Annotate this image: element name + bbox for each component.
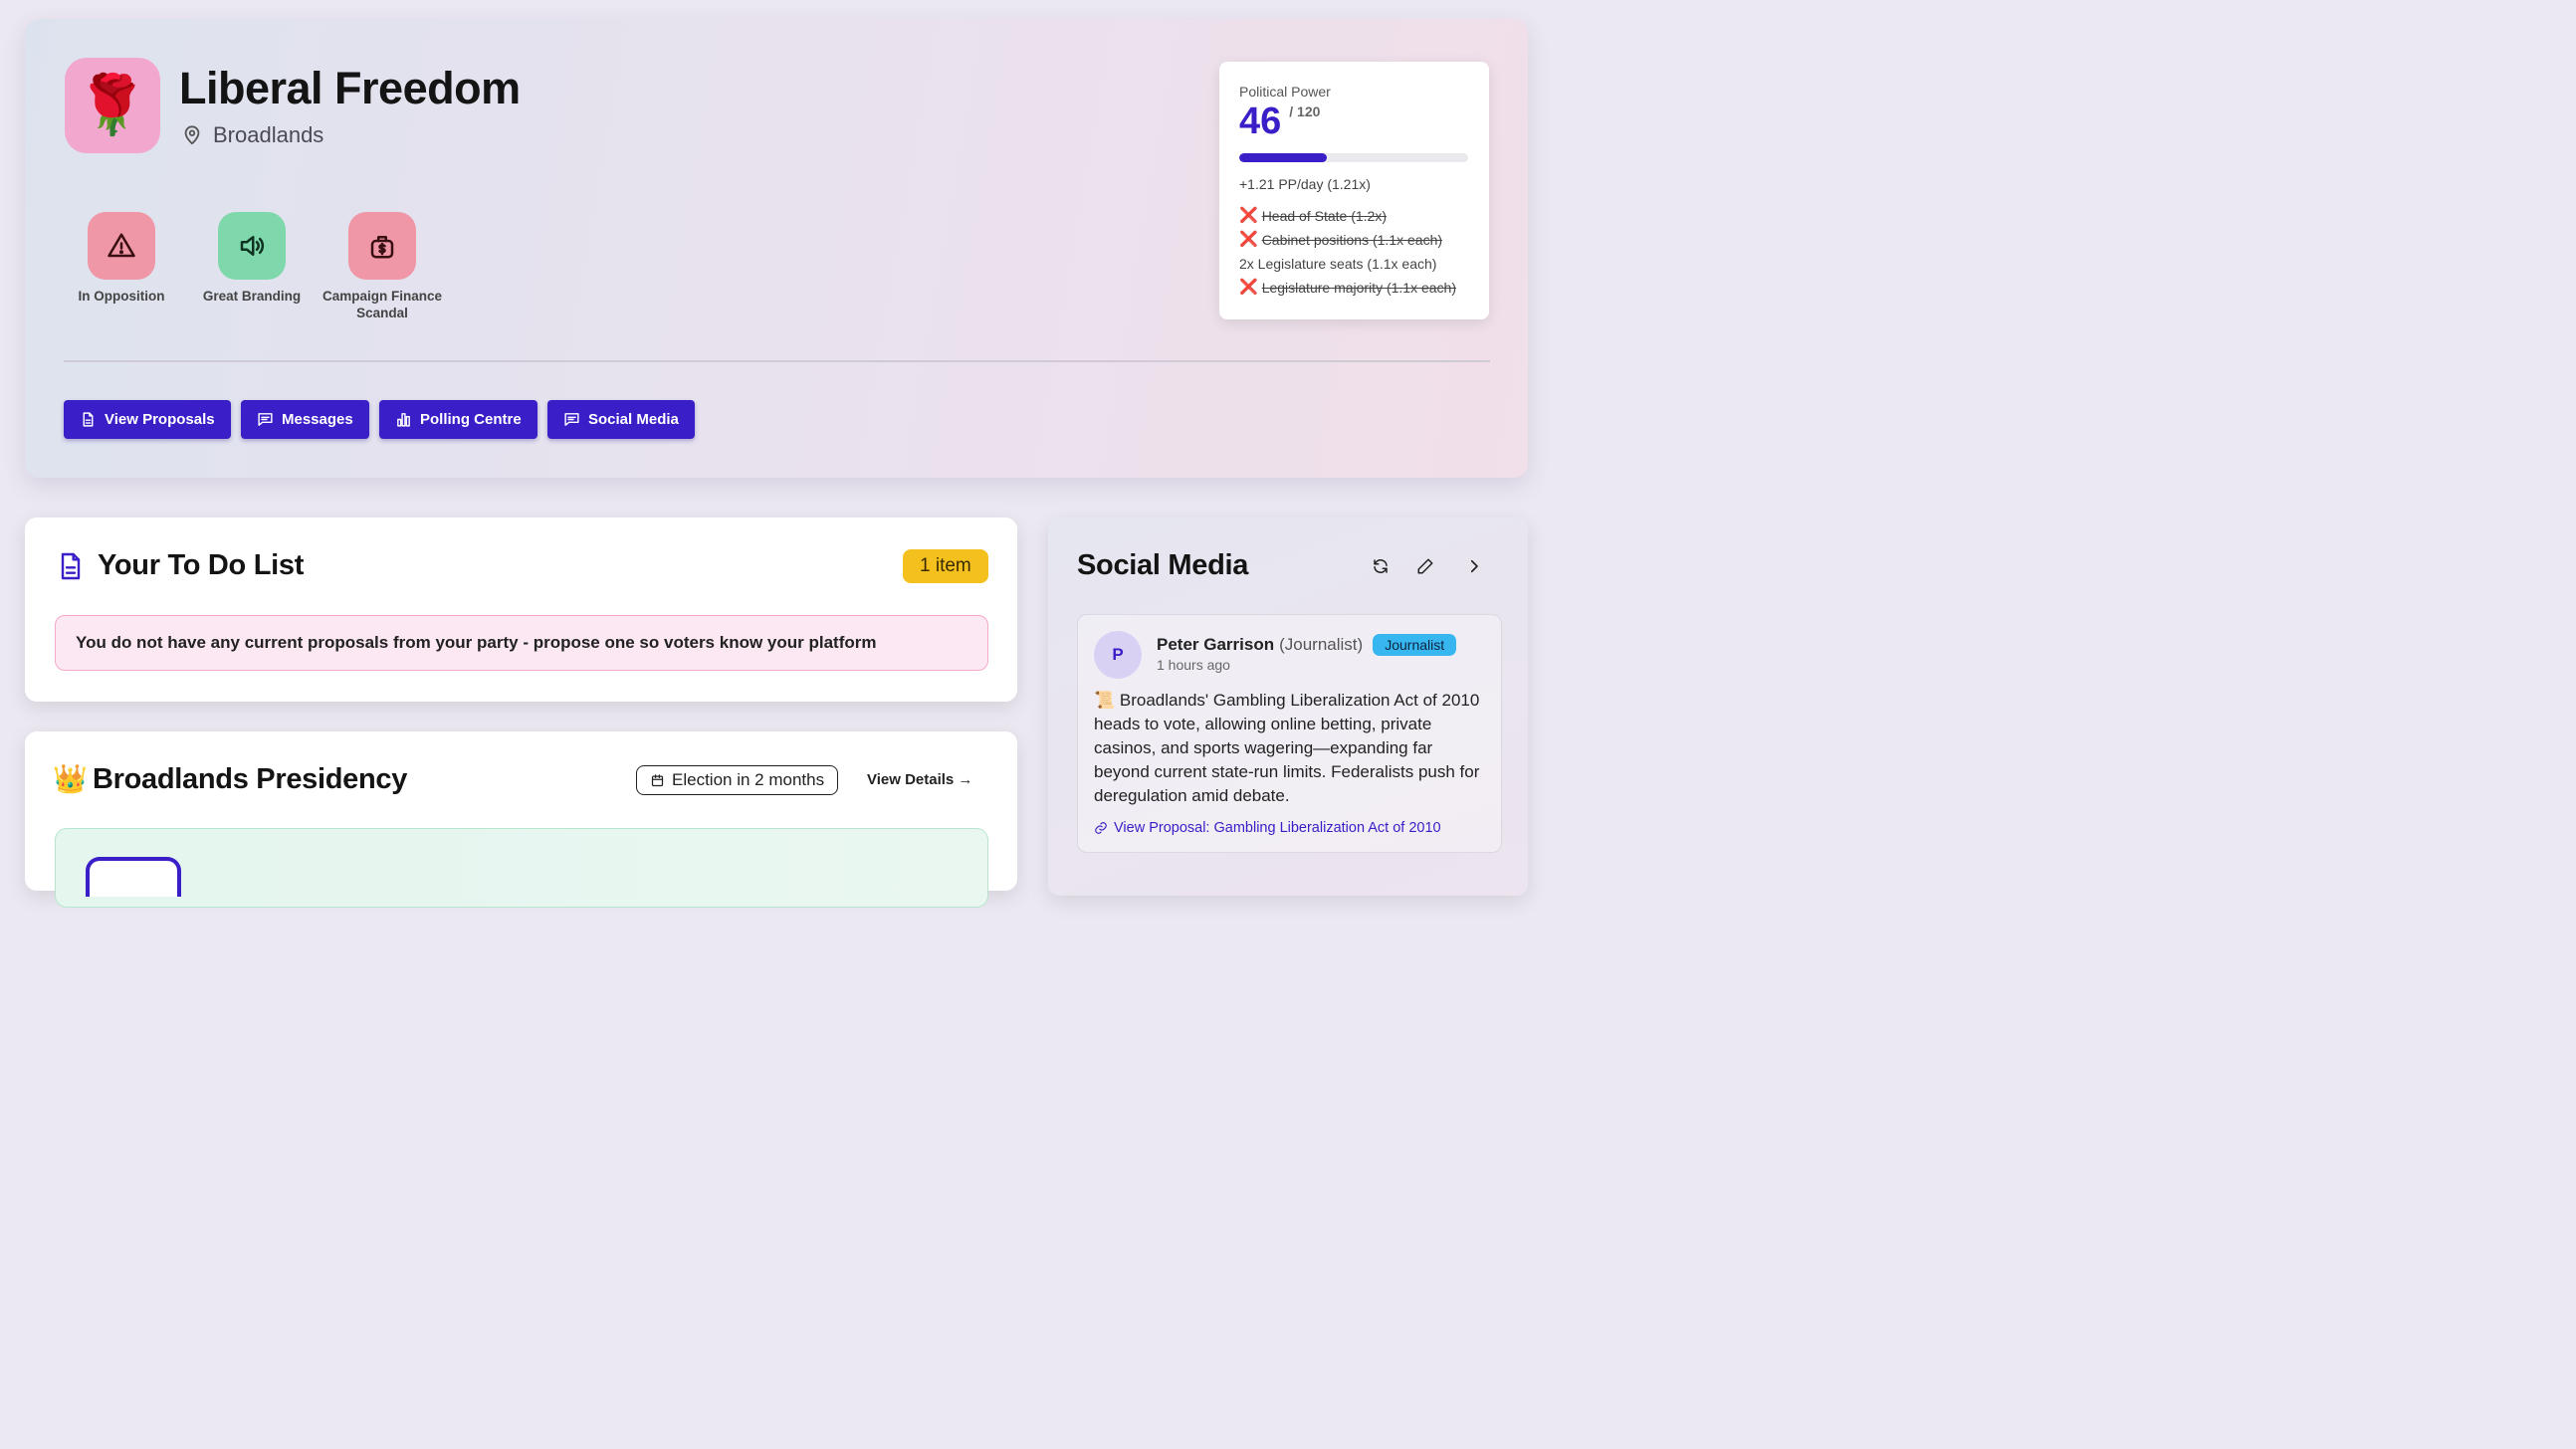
social-post: P Peter Garrison (Journalist) Journalist… [1077,614,1502,853]
author-avatar[interactable]: P [1094,631,1142,679]
trait-icon-tile [348,212,416,280]
political-power-title: Political Power [1239,84,1331,100]
trait-icon-tile [218,212,286,280]
social-media-card: Social Media P Peter Garrison (Journalis… [1048,518,1528,896]
bar-chart-icon [397,413,410,427]
party-name: Liberal Freedom [179,63,521,113]
party-logo: 🌹 [65,58,160,153]
social-media-title: Social Media [1077,549,1249,581]
social-media-button[interactable]: Social Media [547,400,695,439]
presidency-candidate-panel [55,828,988,908]
presidency-title: Broadlands Presidency [93,763,408,795]
pencil-icon[interactable] [1416,557,1434,575]
button-label: Messages [282,411,353,428]
crown-icon: 👑 [53,763,88,794]
modifier-legislature-majority: ❌ Legislature majority (1.1x each) [1239,276,1469,300]
message-icon [258,413,273,426]
view-proposals-button[interactable]: View Proposals [64,400,231,439]
political-power-max: / 120 [1289,104,1321,119]
todo-list-card: Your To Do List 1 item You do not have a… [25,518,1017,702]
document-icon [61,552,81,580]
document-icon [83,412,94,427]
party-header-card: 🌹 Liberal Freedom Broadlands In Oppositi… [25,19,1528,478]
trait-campaign-finance-scandal[interactable]: Campaign Finance Scandal [313,212,452,321]
trait-in-opposition[interactable]: In Opposition [52,212,191,305]
political-power-modifiers: ❌ Head of State (1.2x) ❌ Cabinet positio… [1239,204,1469,300]
message-icon [564,413,579,426]
chevron-right-icon[interactable] [1465,557,1483,575]
election-countdown-pill: Election in 2 months [636,765,839,795]
trait-label: Great Branding [202,289,302,304]
calendar-icon [651,773,664,786]
warning-icon [107,233,135,258]
trait-label: Campaign Finance Scandal [322,289,443,320]
button-label: View Proposals [105,411,215,428]
candidate-avatar [86,857,181,897]
political-power-value: 46 / 120 [1239,102,1469,141]
election-text: Election in 2 months [672,770,825,789]
messages-button[interactable]: Messages [241,400,369,439]
link-icon [1095,822,1107,834]
modifier-cabinet-positions: ❌ Cabinet positions (1.1x each) [1239,228,1469,252]
modifier-head-of-state: ❌ Head of State (1.2x) [1239,204,1469,228]
location-pin-icon [184,125,200,145]
todo-item[interactable]: You do not have any current proposals fr… [55,615,988,671]
political-power-bar [1239,153,1468,162]
post-body: 📜 Broadlands' Gambling Liberalization Ac… [1094,691,1480,805]
trait-label: In Opposition [78,289,165,304]
view-proposal-link-text: View Proposal: Gambling Liberalization A… [1114,820,1441,836]
header-divider [64,360,1490,362]
rose-icon: 🌹 [76,73,149,137]
todo-count-badge: 1 item [903,549,988,583]
political-power-number: 46 [1239,101,1282,142]
x-mark-icon: ❌ [1239,279,1258,296]
party-location: Broadlands [181,122,323,148]
speaker-icon [240,236,265,256]
political-power-rate: +1.21 PP/day (1.21x) [1239,176,1371,192]
post-author-line: Peter Garrison (Journalist) Journalist [1157,634,1457,656]
x-mark-icon: ❌ [1239,207,1258,224]
view-proposal-link[interactable]: View Proposal: Gambling Liberalization A… [1094,820,1441,836]
author-name[interactable]: Peter Garrison [1157,635,1274,655]
author-role: (Journalist) [1279,635,1364,654]
button-label: Social Media [588,411,679,428]
post-timestamp: 1 hours ago [1157,657,1230,673]
location-text: Broadlands [213,122,324,147]
journalist-badge: Journalist [1373,634,1457,656]
modifier-legislature-seats: 2x Legislature seats (1.1x each) [1239,256,1437,272]
trait-great-branding[interactable]: Great Branding [182,212,322,305]
trait-icon-tile [88,212,155,280]
x-mark-icon: ❌ [1239,231,1258,248]
political-power-bar-fill [1239,153,1328,162]
political-power-card: Political Power 46 / 120 +1.21 PP/day (1… [1219,62,1489,319]
view-details-link[interactable]: View Details → [867,771,972,788]
refresh-icon[interactable] [1372,557,1390,575]
presidency-card: 👑 Broadlands Presidency Election in 2 mo… [25,731,1017,908]
button-label: Polling Centre [420,411,522,428]
polling-centre-button[interactable]: Polling Centre [379,400,537,439]
money-bag-icon [370,236,394,259]
todo-title: Your To Do List [98,549,305,581]
